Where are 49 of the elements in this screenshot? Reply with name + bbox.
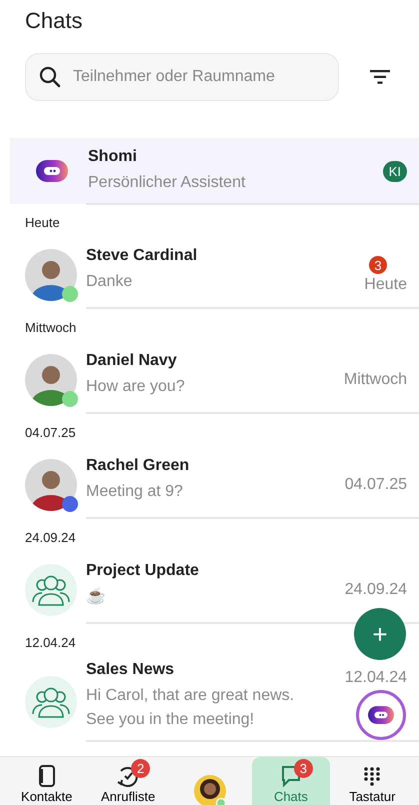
- chat-name: Steve Cardinal: [86, 246, 198, 264]
- date-heading: Mittwoch: [24, 319, 76, 336]
- assistant-button[interactable]: [356, 690, 406, 740]
- message-preview: Danke: [86, 272, 134, 292]
- chat-name: Shomi: [88, 148, 137, 166]
- unread-badge: 3: [369, 256, 387, 274]
- nav-tab[interactable]: Kontakte: [8, 757, 86, 805]
- nav-tab[interactable]: 2 Anrufliste: [89, 757, 167, 805]
- date-heading: 24.09.24: [24, 529, 76, 546]
- profile-avatar[interactable]: [192, 774, 227, 805]
- history-icon: [117, 765, 140, 787]
- nav-tab[interactable]: Tastatur: [334, 757, 412, 805]
- chat-subtitle: Persönlicher Assistent: [88, 172, 246, 192]
- group-avatar-icon: [25, 676, 77, 728]
- assistant-logo-icon: [36, 160, 68, 182]
- chat-date: Mittwoch: [344, 371, 407, 389]
- chat-date: 04.07.25: [344, 476, 407, 494]
- chat-date: 24.09.24: [344, 581, 407, 599]
- ai-tag: KI: [382, 160, 407, 182]
- avatar: [25, 354, 77, 406]
- chat-name: Rachel Green: [86, 456, 190, 474]
- date-heading: 04.07.25: [24, 424, 76, 441]
- message-preview: Hi Carol, that are great news. See you in the meeting!: [86, 686, 296, 730]
- count-badge: 3: [294, 759, 313, 778]
- date-heading: 12.04.24: [24, 634, 76, 651]
- search-field[interactable]: Teilnehmer oder Raumname: [25, 53, 339, 101]
- chat-name: Sales News: [86, 661, 174, 679]
- chat-name: Project Update: [86, 562, 199, 580]
- message-preview: How are you?: [86, 376, 186, 396]
- chat-bubble-icon: [280, 765, 302, 787]
- search-icon: [38, 65, 62, 89]
- filter-icon[interactable]: [370, 70, 390, 84]
- group-avatar-icon: [25, 564, 77, 616]
- assistant-row[interactable]: Shomi Persönlicher Assistent KI: [10, 138, 419, 204]
- phone-icon: [38, 765, 55, 787]
- message-preview: ☕: [86, 586, 107, 606]
- page-title: Chats: [24, 7, 84, 35]
- count-badge: 2: [131, 759, 150, 778]
- new-chat-button[interactable]: +: [354, 608, 406, 660]
- assistant-logo-icon: [368, 706, 394, 724]
- avatar: [25, 459, 77, 511]
- keypad-icon: [363, 766, 382, 786]
- chat-date: 12.04.24: [344, 669, 407, 687]
- message-preview: Meeting at 9?: [86, 482, 184, 502]
- chat-date: Heute: [364, 276, 407, 294]
- nav-tab[interactable]: 3 Chats: [252, 757, 330, 805]
- chat-name: Daniel Navy: [86, 352, 177, 370]
- avatar: [25, 249, 77, 301]
- date-heading: Heute: [24, 214, 60, 231]
